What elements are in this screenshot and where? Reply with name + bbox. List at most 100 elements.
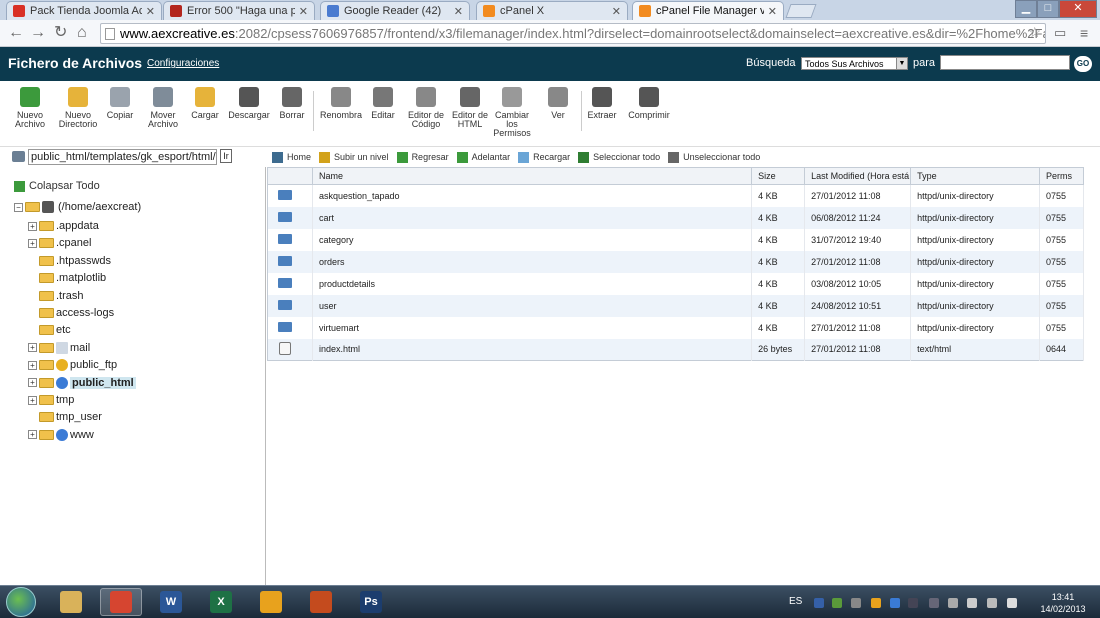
bookmark-star-icon[interactable]: ☆	[1028, 24, 1041, 41]
tray-shield-icon[interactable]	[814, 598, 824, 608]
go-button[interactable]: GO	[1074, 56, 1092, 72]
toolbar-button[interactable]: Extraer	[586, 87, 618, 120]
tree-item[interactable]: + .cpanel	[28, 236, 91, 250]
browser-tab[interactable]: cPanel X ✕	[476, 1, 628, 20]
action-button[interactable]: Home	[272, 151, 311, 163]
toolbar-button[interactable]: Cambiar los Permisos	[493, 87, 531, 138]
toolbar-button[interactable]: Editor de Código	[405, 87, 447, 129]
tray-display-icon[interactable]	[929, 598, 939, 608]
close-tab-icon[interactable]: ✕	[768, 5, 777, 18]
tree-item[interactable]: + tmp	[28, 393, 74, 407]
action-button[interactable]: Unseleccionar todo	[668, 151, 760, 163]
home-folder-icon[interactable]	[12, 151, 25, 162]
new-tab-button[interactable]	[785, 4, 817, 18]
tray-flag-icon[interactable]	[948, 598, 958, 608]
table-row[interactable]: orders 4 KB 27/01/2012 11:08 httpd/unix-dir…	[267, 250, 1085, 273]
toolbar-button[interactable]: Nuevo Archivo	[10, 87, 50, 129]
start-button[interactable]	[6, 587, 36, 617]
tree-item[interactable]: .trash	[28, 289, 84, 303]
tree-item[interactable]: + www	[28, 428, 94, 442]
search-scope-select[interactable]: Todos Sus Archivos ▼	[801, 57, 908, 70]
close-button[interactable]: ✕	[1059, 0, 1097, 18]
close-tab-icon[interactable]: ✕	[454, 5, 463, 18]
path-input[interactable]: public_html/templates/gk_esport/html/c	[28, 149, 217, 165]
expand-toggle-icon[interactable]: +	[28, 343, 37, 353]
taskbar-app-button[interactable]	[50, 588, 92, 616]
taskbar-app-button[interactable]: Ps	[350, 588, 392, 616]
action-button[interactable]: Seleccionar todo	[578, 151, 660, 163]
table-row[interactable]: index.html 26 bytes 27/01/2012 11:08 text/h…	[267, 338, 1085, 361]
column-header-modified[interactable]: Last Modified (Hora está	[804, 167, 912, 185]
taskbar-app-button[interactable]	[250, 588, 292, 616]
toolbar-button[interactable]: Nuevo Directorio	[58, 87, 98, 129]
close-tab-icon[interactable]: ✕	[612, 5, 621, 18]
tray-bluetooth-icon[interactable]	[890, 598, 900, 608]
toolbar-button[interactable]: Editar	[368, 87, 398, 120]
expand-toggle-icon[interactable]: +	[28, 430, 37, 440]
browser-tab[interactable]: cPanel File Manager v3 ✕	[632, 1, 784, 20]
tray-window-icon[interactable]	[908, 598, 918, 608]
column-header-perms[interactable]: Perms	[1039, 167, 1085, 185]
expand-toggle-icon[interactable]: −	[14, 202, 23, 212]
url-field[interactable]: www.aexcreative.es:2082/cpsess7606976857…	[100, 23, 1046, 44]
tray-network-icon[interactable]	[987, 598, 997, 608]
extension-icon[interactable]: ▭	[1054, 23, 1066, 43]
tray-sync-icon[interactable]	[832, 598, 842, 608]
toolbar-button[interactable]: Editor de HTML	[449, 87, 491, 129]
action-button[interactable]: Regresar	[396, 151, 449, 163]
collapse-all-button[interactable]: Colapsar Todo	[14, 180, 100, 192]
tree-item[interactable]: tmp_user	[28, 410, 102, 424]
tray-power-icon[interactable]	[967, 598, 977, 608]
toolbar-button[interactable]: Ver	[544, 87, 572, 120]
tree-item[interactable]: etc	[28, 323, 71, 337]
tree-item[interactable]: + .appdata	[28, 219, 99, 233]
home-icon[interactable]: ⌂	[77, 23, 87, 43]
tree-item[interactable]: + public_html	[28, 376, 136, 390]
settings-link[interactable]: Configuraciones	[147, 58, 219, 69]
tree-item[interactable]: + mail	[28, 341, 90, 355]
tree-root[interactable]: − (/home/aexcreat)	[14, 200, 141, 214]
action-button[interactable]: Adelantar	[456, 151, 510, 163]
toolbar-button[interactable]: Comprimir	[625, 87, 673, 120]
menu-icon[interactable]: ≡	[1080, 23, 1088, 43]
tray-app-icon[interactable]	[851, 598, 861, 608]
action-button[interactable]: Subir un nivel	[319, 151, 389, 163]
minimize-button[interactable]: ▁	[1015, 0, 1037, 18]
table-row[interactable]: category 4 KB 31/07/2012 19:40 httpd/unix-d…	[267, 228, 1085, 251]
toolbar-button[interactable]: Renombra	[318, 87, 364, 120]
column-header-name[interactable]: Name	[312, 167, 753, 185]
table-row[interactable]: cart 4 KB 06/08/2012 11:24 httpd/unix-direc…	[267, 206, 1085, 229]
close-tab-icon[interactable]: ✕	[146, 5, 155, 18]
taskbar-app-button[interactable]	[100, 588, 142, 616]
forward-icon[interactable]: →	[30, 23, 46, 43]
tray-alert-icon[interactable]	[871, 598, 881, 608]
table-row[interactable]: user 4 KB 24/08/2012 10:51 httpd/unix-direc…	[267, 294, 1085, 317]
taskbar-app-button[interactable]: W	[150, 588, 192, 616]
toolbar-button[interactable]: Descargar	[227, 87, 271, 120]
expand-toggle-icon[interactable]: +	[28, 221, 37, 231]
browser-tab[interactable]: Pack Tienda Joomla Activ ✕	[6, 1, 162, 20]
toolbar-button[interactable]: Cargar	[188, 87, 222, 120]
reload-icon[interactable]: ↻	[54, 23, 67, 43]
search-input[interactable]	[940, 55, 1070, 70]
go-path-button[interactable]: Ir	[220, 149, 232, 163]
taskbar-app-button[interactable]: X	[200, 588, 242, 616]
toolbar-button[interactable]: Borrar	[276, 87, 308, 120]
maximize-button[interactable]: □	[1037, 0, 1059, 18]
tree-item[interactable]: .matplotlib	[28, 271, 106, 285]
action-button[interactable]: Recargar	[518, 151, 570, 163]
close-tab-icon[interactable]: ✕	[299, 5, 308, 18]
table-row[interactable]: productdetails 4 KB 03/08/2012 10:05 httpd/…	[267, 272, 1085, 295]
table-row[interactable]: askquestion_tapado 4 KB 27/01/2012 11:08 ht…	[267, 184, 1085, 207]
system-clock[interactable]: 13:41 14/02/2013	[1030, 591, 1096, 615]
tree-item[interactable]: + public_ftp	[28, 358, 117, 372]
table-row[interactable]: virtuemart 4 KB 27/01/2012 11:08 httpd/unix…	[267, 316, 1085, 339]
expand-toggle-icon[interactable]: +	[28, 238, 37, 248]
expand-toggle-icon[interactable]: +	[28, 360, 37, 370]
column-header-size[interactable]: Size	[751, 167, 806, 185]
toolbar-button[interactable]: Mover Archivo	[145, 87, 181, 129]
browser-tab[interactable]: Error 500 "Haga una pregu ✕	[163, 1, 315, 20]
back-icon[interactable]: ←	[8, 23, 24, 43]
expand-toggle-icon[interactable]: +	[28, 378, 37, 388]
tree-item[interactable]: .htpasswds	[28, 254, 111, 268]
